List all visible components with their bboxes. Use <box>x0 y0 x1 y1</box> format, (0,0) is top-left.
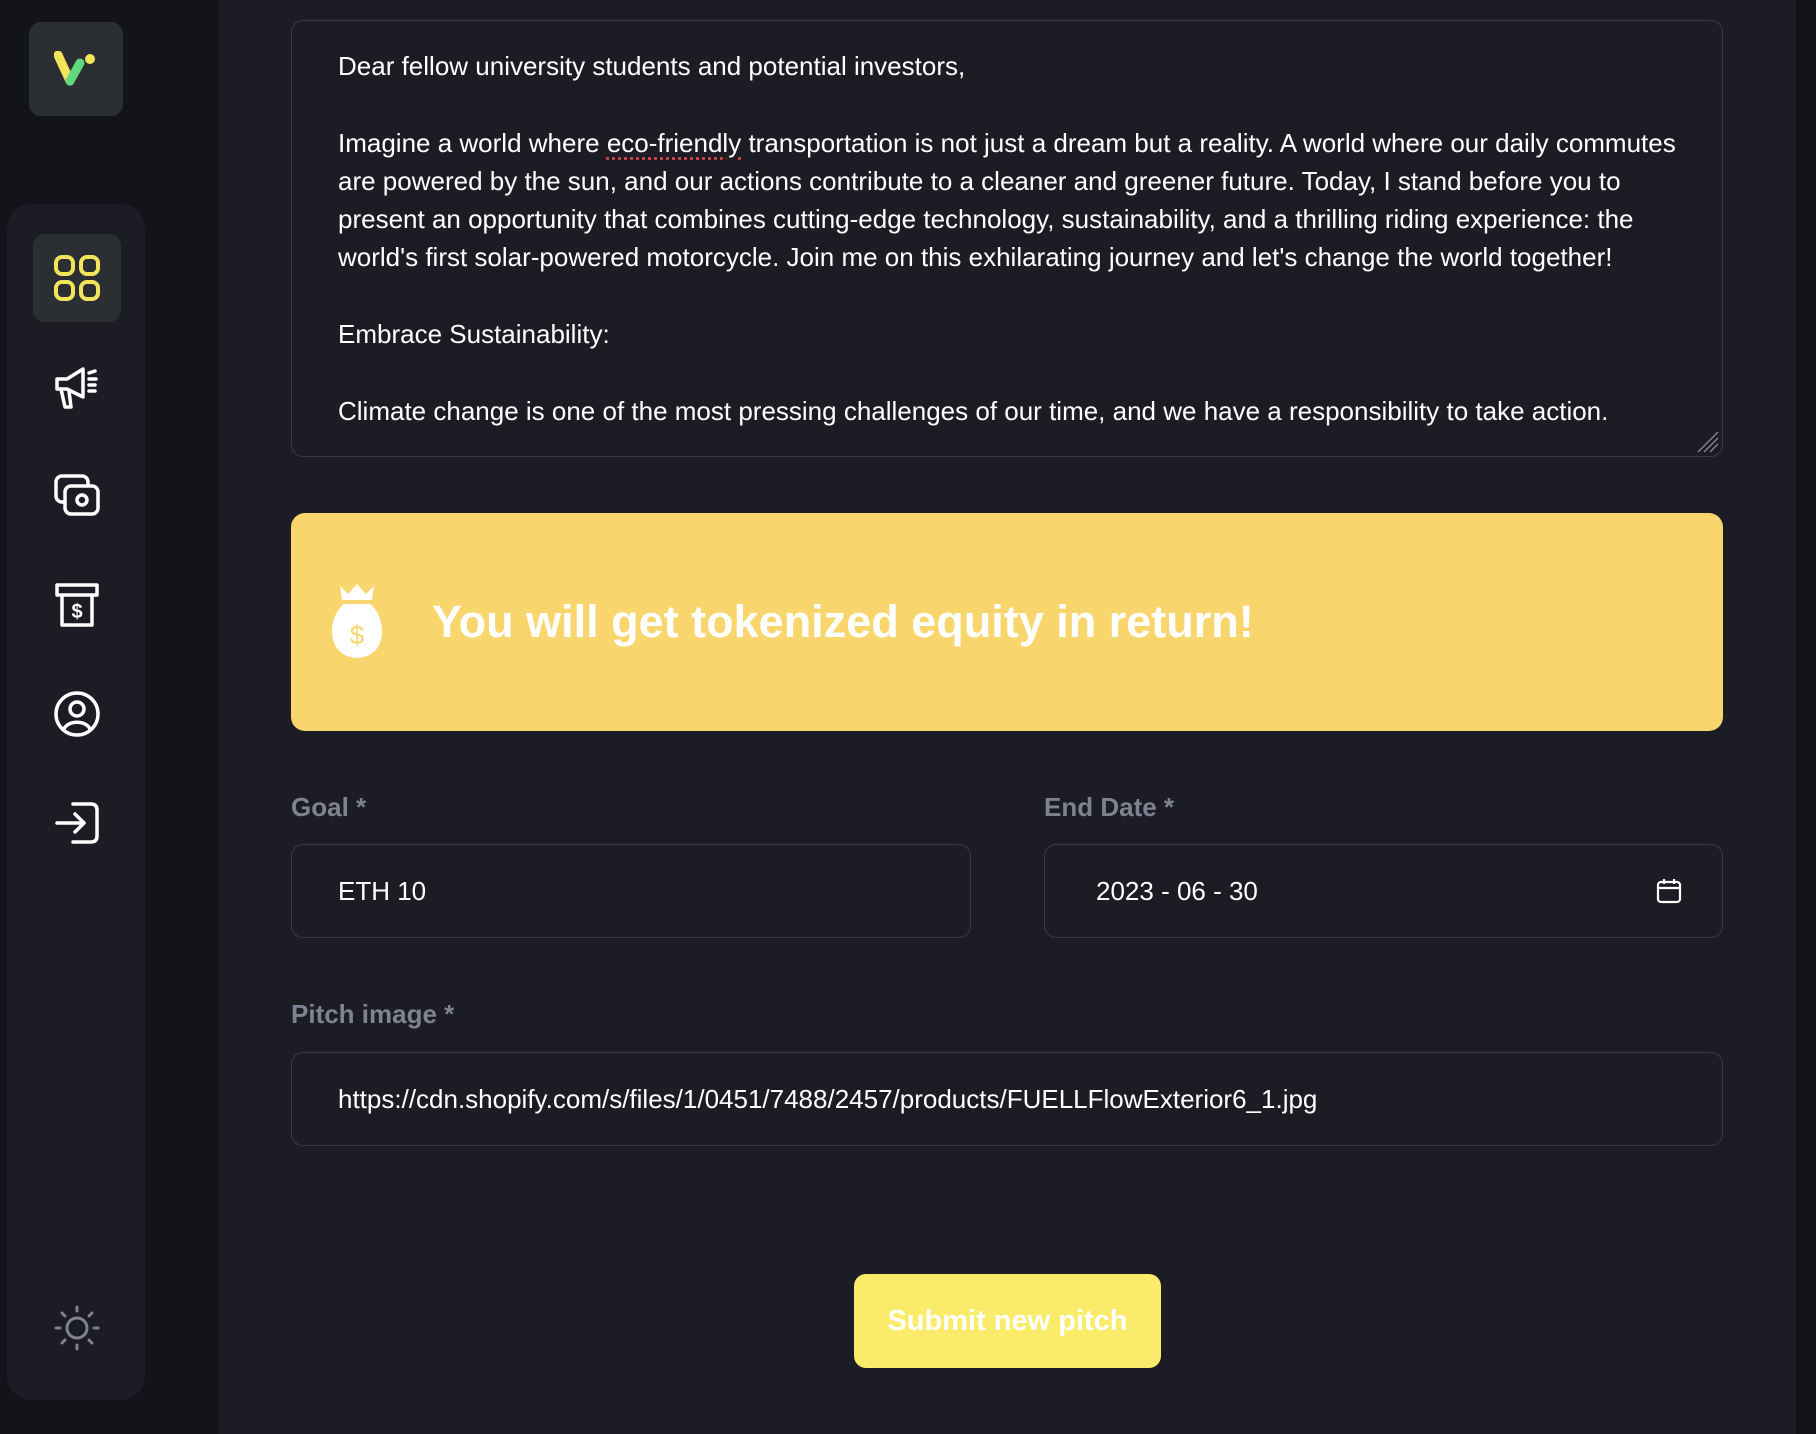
sidebar-nav: $ <box>7 204 145 1400</box>
calendar-icon[interactable] <box>1656 878 1682 904</box>
right-edge <box>1796 0 1816 1434</box>
story-blank-line: ​ <box>338 277 1677 315</box>
campaign-megaphone-icon <box>55 367 98 409</box>
story-blank-line: ​ <box>338 353 1677 391</box>
story-paragraph: Dear fellow university students and pote… <box>338 51 966 81</box>
end-date-input[interactable]: 2023 - 06 - 30 <box>1044 844 1723 938</box>
equity-banner-text: You will get tokenized equity in return! <box>432 596 1254 647</box>
dashboard-icon <box>54 255 100 301</box>
nav-profile[interactable] <box>33 670 121 758</box>
story-paragraph: Climate change is one of the most pressi… <box>338 395 1609 426</box>
story-paragraph: Imagine a world where eco-friendly trans… <box>338 127 1683 273</box>
app-logo-icon <box>54 51 95 86</box>
withdraw-icon: $ <box>55 583 99 627</box>
pitch-image-value: https://cdn.shopify.com/s/files/1/0451/7… <box>338 1083 1318 1114</box>
nav-payment[interactable] <box>33 452 121 540</box>
app-logo[interactable] <box>29 22 123 116</box>
sun-icon <box>54 1305 100 1351</box>
end-date-label: End Date * <box>1044 792 1175 822</box>
end-date-value: 2023 - 06 - 30 <box>1096 875 1258 906</box>
theme-toggle[interactable] <box>33 1284 121 1372</box>
misspelled-word: eco-friendly <box>606 127 742 158</box>
nav-withdraw[interactable]: $ <box>33 561 121 649</box>
story-textarea[interactable]: Dear fellow university students and pote… <box>291 20 1723 457</box>
story-blank-line: ​ <box>338 85 1677 123</box>
logout-icon <box>55 802 99 844</box>
resize-handle-icon[interactable] <box>1694 428 1720 454</box>
story-paragraph: Embrace Sustainability: <box>338 319 610 350</box>
payment-icon <box>54 474 100 516</box>
submit-pitch-button[interactable]: Submit new pitch <box>854 1274 1161 1368</box>
nav-campaign[interactable] <box>33 343 121 431</box>
svg-text:$: $ <box>71 601 82 623</box>
pitch-image-label: Pitch image * <box>291 999 455 1029</box>
pitch-image-input[interactable]: https://cdn.shopify.com/s/files/1/0451/7… <box>291 1052 1723 1146</box>
money-bag-icon: $ <box>331 584 383 658</box>
nav-dashboard[interactable] <box>33 234 121 322</box>
goal-label: Goal * <box>291 792 367 822</box>
equity-banner: $ You will get tokenized equity in retur… <box>291 513 1723 731</box>
nav-logout[interactable] <box>33 779 121 867</box>
profile-icon <box>54 691 100 737</box>
goal-value: ETH 10 <box>338 875 427 906</box>
goal-input[interactable]: ETH 10 <box>291 844 971 938</box>
svg-text:$: $ <box>350 620 365 650</box>
